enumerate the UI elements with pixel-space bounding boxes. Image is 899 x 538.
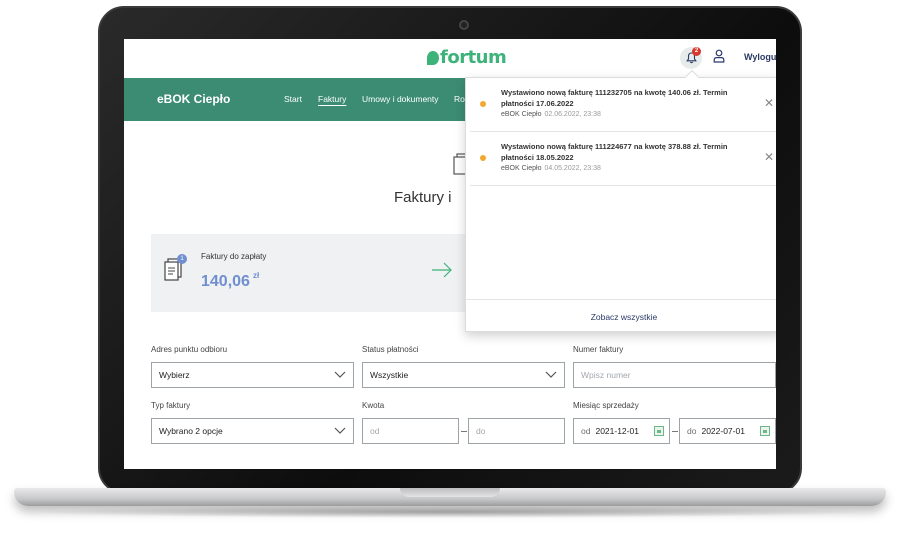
laptop-notch — [400, 488, 500, 497]
brand-title[interactable]: eBOK Ciepło — [157, 92, 230, 106]
address-select[interactable]: Wybierz — [151, 362, 354, 388]
address-value: Wybierz — [159, 370, 190, 380]
close-icon[interactable]: ✕ — [764, 151, 774, 163]
notification-date: 04.05.2022, 23:38 — [544, 165, 601, 172]
nav-pointer — [176, 111, 188, 117]
unpaid-invoices-card[interactable]: 1 Faktury do zapłaty 140,06 zł — [151, 234, 467, 312]
from-prefix: od — [581, 426, 591, 436]
card-label: Faktury do zapłaty — [201, 252, 267, 261]
card-count-badge: 1 — [177, 254, 187, 264]
screen: fortum 2 Wyloguj eBOK Ciepło Start Faktu… — [124, 39, 776, 469]
invoice-number-input[interactable]: Wpisz numer — [573, 362, 776, 388]
top-bar: fortum 2 Wyloguj — [124, 39, 776, 78]
amount-to-placeholder: do — [476, 426, 486, 436]
logo-text: fortum — [440, 47, 507, 68]
sale-month-from-value: 2021-12-01 — [595, 426, 639, 436]
arrow-right-icon[interactable] — [431, 262, 453, 278]
notification-text: Wystawiono nową fakturę 111232705 na kwo… — [501, 88, 728, 108]
sale-month-to-input[interactable]: do 2022-07-01 — [679, 418, 776, 444]
nav-item-start[interactable]: Start — [284, 94, 302, 104]
fortum-logo[interactable]: fortum — [427, 47, 507, 68]
close-icon[interactable]: ✕ — [764, 97, 774, 109]
amount-value: 140,06 — [201, 273, 250, 290]
user-icon[interactable] — [713, 49, 725, 63]
calendar-icon[interactable] — [654, 426, 664, 436]
amount-to-input[interactable]: do — [468, 418, 565, 444]
nav-item-umowy[interactable]: Umowy i dokumenty — [362, 94, 439, 104]
page-title: Faktury i — [394, 189, 452, 206]
address-label: Adres punktu odbioru — [151, 345, 228, 354]
chevron-down-icon — [334, 371, 346, 378]
logout-link[interactable]: Wyloguj — [744, 52, 776, 62]
invoice-type-label: Typ faktury — [151, 401, 191, 410]
logo-mark-icon — [427, 51, 439, 65]
nav-item-partial[interactable]: Ro — [454, 94, 465, 104]
notifications-dropdown: Wystawiono nową fakturę 111232705 na kwo… — [465, 69, 776, 333]
camera-icon — [459, 20, 469, 30]
to-prefix: do — [687, 426, 697, 436]
invoice-number-placeholder: Wpisz numer — [581, 370, 631, 380]
invoice-number-label: Numer faktury — [573, 345, 624, 354]
unread-dot — [480, 101, 486, 107]
notification-source: eBOK Ciepło — [501, 111, 542, 118]
amount-from-placeholder: od — [370, 426, 380, 436]
notification-meta: eBOK Ciepło 02.06.2022, 23:38 — [501, 111, 601, 118]
range-dash — [672, 431, 678, 432]
notification-item[interactable]: Wystawiono nową fakturę 111232705 na kwo… — [470, 78, 776, 132]
currency-label: zł — [252, 271, 260, 280]
chevron-down-icon — [334, 427, 346, 434]
notification-date: 02.06.2022, 23:38 — [544, 111, 601, 118]
range-dash — [461, 431, 467, 432]
notification-text: Wystawiono nową fakturę 111224677 na kwo… — [501, 142, 728, 162]
sale-month-label: Miesiąc sprzedaży — [573, 401, 639, 410]
nav-item-faktury[interactable]: Faktury — [318, 94, 346, 104]
unread-dot — [480, 155, 486, 161]
chevron-down-icon — [545, 371, 557, 378]
notification-meta: eBOK Ciepło 04.05.2022, 23:38 — [501, 165, 601, 172]
laptop-shadow — [30, 506, 870, 518]
payment-status-value: Wszystkie — [370, 370, 409, 380]
payment-status-label: Status płatności — [362, 345, 419, 354]
payment-status-select[interactable]: Wszystkie — [362, 362, 565, 388]
card-amount: 140,06 zł — [201, 271, 259, 291]
notification-count-badge: 2 — [692, 47, 701, 56]
sale-month-from-input[interactable]: od 2021-12-01 — [573, 418, 670, 444]
sale-month-to-value: 2022-07-01 — [701, 426, 745, 436]
amount-label: Kwota — [362, 401, 385, 410]
amount-from-input[interactable]: od — [362, 418, 459, 444]
notifications-button[interactable]: 2 — [680, 47, 702, 69]
notifications-footer: Zobacz wszystkie — [466, 299, 776, 333]
invoice-type-select[interactable]: Wybrano 2 opcje — [151, 418, 354, 444]
invoice-type-value: Wybrano 2 opcje — [159, 426, 223, 436]
notification-source: eBOK Ciepło — [501, 165, 542, 172]
see-all-link[interactable]: Zobacz wszystkie — [591, 312, 658, 322]
notification-item[interactable]: Wystawiono nową fakturę 111224677 na kwo… — [470, 132, 776, 186]
calendar-icon[interactable] — [760, 426, 770, 436]
